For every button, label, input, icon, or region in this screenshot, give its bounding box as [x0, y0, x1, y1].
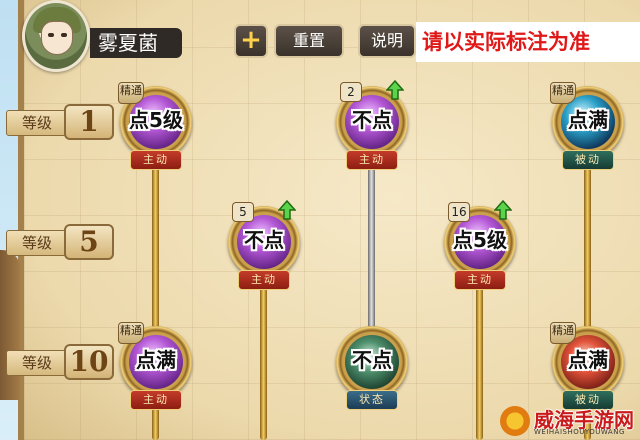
site-watermark: 威海手游网 WEIHAISHOUYOUWANG — [500, 404, 640, 440]
watermark-subtitle: WEIHAISHOUYOUWANG — [534, 428, 625, 436]
skill-advice-label: 不点 — [352, 348, 392, 372]
reset-button[interactable]: 重置 — [274, 24, 344, 58]
skill-node-1[interactable]: 精通 主动 点5级 — [118, 82, 192, 182]
skill-node-3[interactable]: 精通 被动 点满 — [550, 82, 624, 182]
skill-advice-label: 点满 — [136, 348, 176, 372]
skill-type-tag: 主动 — [130, 150, 182, 170]
level-number: 10 — [64, 344, 114, 380]
skill-type-tag: 状态 — [346, 390, 398, 410]
upgrade-arrow-icon — [494, 200, 512, 220]
mastery-badge: 精通 — [550, 322, 576, 344]
skill-count-badge: 2 — [340, 82, 362, 102]
skill-node-5[interactable]: 16 主动 点5级 — [444, 200, 516, 302]
skill-node-4[interactable]: 5 主动 不点 — [228, 200, 300, 302]
skill-count-badge: 5 — [232, 202, 254, 222]
skill-count-badge: 16 — [448, 202, 470, 222]
level-label: 等级 — [6, 110, 68, 136]
skill-advice-label: 点5级 — [453, 228, 507, 252]
upgrade-arrow-icon — [386, 80, 404, 100]
skill-advice-label: 点满 — [568, 108, 608, 132]
site-logo-icon — [500, 406, 530, 436]
level-tag-5: 等级 5 — [6, 224, 114, 260]
skill-advice-label: 不点 — [244, 228, 284, 252]
help-button[interactable]: 说明 — [358, 24, 416, 58]
upgrade-arrow-icon — [278, 200, 296, 220]
level-tag-10: 等级 10 — [6, 344, 114, 380]
player-name: 雾夏菌 — [90, 28, 182, 58]
skill-type-tag: 主动 — [346, 150, 398, 170]
skill-type-tag: 主动 — [454, 270, 506, 290]
game-screen: 雾夏菌 + 重置 说明 请以实际标注为准 等级 1 等级 5 等级 10 精通 … — [0, 0, 640, 440]
connector-line — [476, 280, 483, 440]
connector-line — [260, 280, 267, 440]
top-bar: 雾夏菌 + 重置 说明 请以实际标注为准 — [0, 0, 640, 72]
skill-type-tag: 主动 — [238, 270, 290, 290]
level-number: 5 — [64, 224, 114, 260]
level-label: 等级 — [6, 350, 68, 376]
mastery-badge: 精通 — [550, 82, 576, 104]
skill-advice-label: 点满 — [568, 348, 608, 372]
skill-type-tag: 被动 — [562, 150, 614, 170]
level-number: 1 — [64, 104, 114, 140]
level-tag-1: 等级 1 — [6, 104, 114, 140]
add-points-button[interactable]: + — [234, 24, 268, 58]
skill-node-2[interactable]: 2 主动 不点 — [336, 80, 408, 182]
skill-advice-label: 不点 — [352, 108, 392, 132]
skill-type-tag: 主动 — [130, 390, 182, 410]
player-avatar[interactable] — [22, 0, 90, 72]
skill-node-6[interactable]: 精通 主动 点满 — [118, 322, 192, 422]
skill-advice-label: 点5级 — [129, 108, 183, 132]
mastery-badge: 精通 — [118, 322, 144, 344]
notice-text: 请以实际标注为准 — [416, 22, 640, 62]
level-label: 等级 — [6, 230, 68, 256]
mastery-badge: 精通 — [118, 82, 144, 104]
skill-node-7[interactable]: 状态 不点 — [336, 326, 408, 422]
